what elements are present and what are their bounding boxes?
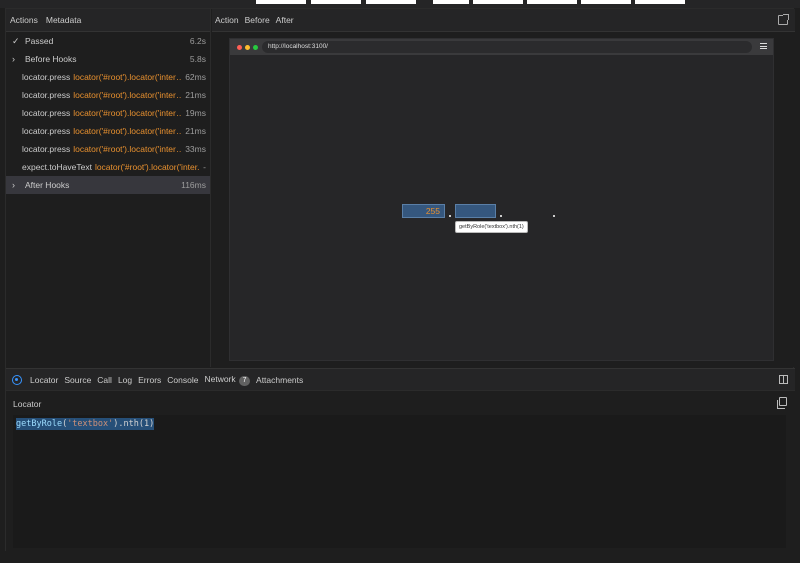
open-external-icon[interactable] (778, 14, 789, 25)
after-hooks-row[interactable]: › After Hooks 116ms (6, 176, 210, 194)
tab-call[interactable]: Call (94, 375, 115, 385)
action-name: locator.press (22, 108, 71, 118)
action-row[interactable]: locator.press locator('#root').locator('… (6, 104, 210, 122)
chevron-right-icon[interactable]: › (12, 54, 22, 64)
action-row[interactable]: expect.toHaveText locator('#root').locat… (6, 158, 210, 176)
duration: 116ms (177, 180, 206, 190)
duration: 19ms (181, 108, 206, 118)
toggle-layout-icon[interactable] (779, 375, 788, 384)
locator-editor[interactable]: getByRole('textbox').nth(1) (13, 415, 786, 548)
chevron-right-icon[interactable]: › (12, 180, 22, 190)
tab-before[interactable]: Before (242, 15, 273, 25)
code-string: 'textbox' (67, 419, 114, 429)
tab-locator[interactable]: Locator (27, 375, 61, 385)
snapshot-browser: http://localhost:3100/ 255 getByRole('te… (229, 38, 774, 361)
snapshot-tabbar: Action Before After (212, 9, 795, 32)
action-selector: locator('#root').locator('intern... (73, 108, 186, 118)
separator-dot (553, 215, 555, 217)
browser-tab[interactable] (433, 0, 469, 4)
action-name: expect.toHaveText (22, 162, 92, 172)
number-input[interactable]: 255 (402, 204, 445, 218)
tab-actions[interactable]: Actions (6, 15, 42, 25)
duration: 6.2s (185, 36, 206, 46)
action-row[interactable]: locator.press locator('#root').locator('… (6, 140, 210, 158)
tab-network[interactable]: Network 7 (201, 374, 253, 386)
tab-console[interactable]: Console (164, 375, 201, 385)
duration: - (199, 162, 206, 172)
details-panel: Locator Source Call Log Errors Console N… (6, 368, 795, 552)
action-name: locator.press (22, 72, 71, 82)
action-name: locator.press (22, 126, 71, 136)
left-tabbar: Actions Metadata (6, 9, 210, 32)
trace-viewer: Actions Metadata ✓ Passed 6.2s › Before … (5, 8, 795, 552)
code-rest: ).nth(1) (113, 419, 155, 429)
highlighted-textbox[interactable] (455, 204, 496, 218)
action-row[interactable]: locator.press locator('#root').locator('… (6, 122, 210, 140)
separator-dot (449, 215, 451, 217)
duration: 5.8s (185, 54, 206, 64)
action-selector: locator('#root').locator('inter... (94, 162, 205, 172)
browser-tab[interactable] (473, 0, 523, 4)
tab-metadata[interactable]: Metadata (42, 15, 85, 25)
action-name: locator.press (22, 90, 71, 100)
check-icon: ✓ (12, 35, 20, 46)
browser-tab[interactable] (366, 0, 416, 4)
details-tabbar: Locator Source Call Log Errors Console N… (6, 369, 795, 391)
browser-tab[interactable] (635, 0, 685, 4)
action-selector: locator('#root').locator('intern... (73, 144, 186, 154)
action-name: locator.press (22, 144, 71, 154)
action-row[interactable]: locator.press locator('#root').locator('… (6, 68, 210, 86)
close-dot-icon (237, 44, 242, 50)
tab-attachments[interactable]: Attachments (253, 375, 306, 385)
browser-tab[interactable] (581, 0, 631, 4)
network-count-badge: 7 (239, 375, 251, 386)
locator-label: Locator (13, 399, 42, 409)
browser-tab[interactable] (256, 0, 306, 4)
code-function: getByRole (16, 419, 63, 429)
locator-tooltip: getByRole('textbox').nth(1) (455, 221, 528, 233)
menu-icon[interactable] (760, 43, 767, 49)
action-row[interactable]: locator.press locator('#root').locator('… (6, 86, 210, 104)
hook-label: Before Hooks (25, 54, 77, 64)
copy-icon[interactable] (777, 397, 787, 409)
tab-log[interactable]: Log (115, 375, 135, 385)
pick-locator-icon[interactable] (12, 374, 22, 385)
browser-toolbar: http://localhost:3100/ (230, 39, 773, 55)
duration: 21ms (181, 90, 206, 100)
maximize-dot-icon (253, 44, 258, 50)
browser-tab-strip (0, 0, 800, 8)
tab-after[interactable]: After (273, 15, 297, 25)
action-selector: locator('#root').locator('intern... (73, 126, 186, 136)
tab-action[interactable]: Action (212, 15, 242, 25)
hook-label: After Hooks (25, 180, 70, 190)
duration: 33ms (181, 144, 206, 154)
duration: 62ms (181, 72, 206, 82)
action-selector: locator('#root').locator('intern... (73, 90, 186, 100)
browser-tab[interactable] (311, 0, 361, 4)
tab-network-label: Network (204, 373, 236, 384)
url-bar: http://localhost:3100/ (262, 41, 752, 53)
status-row[interactable]: ✓ Passed 6.2s (6, 32, 210, 50)
action-selector: locator('#root').locator('intern... (73, 72, 186, 82)
duration: 21ms (181, 126, 206, 136)
before-hooks-row[interactable]: › Before Hooks 5.8s (6, 50, 210, 68)
snapshot-panel: Action Before After http://localhost:310… (212, 9, 795, 367)
actions-panel: Actions Metadata ✓ Passed 6.2s › Before … (6, 9, 211, 367)
status-label: Passed (25, 36, 54, 46)
locator-code: getByRole('textbox').nth(1) (16, 418, 155, 430)
separator-dot (500, 215, 502, 217)
minimize-dot-icon (245, 44, 250, 50)
tab-source[interactable]: Source (61, 375, 94, 385)
tab-errors[interactable]: Errors (135, 375, 164, 385)
browser-tab[interactable] (527, 0, 577, 4)
